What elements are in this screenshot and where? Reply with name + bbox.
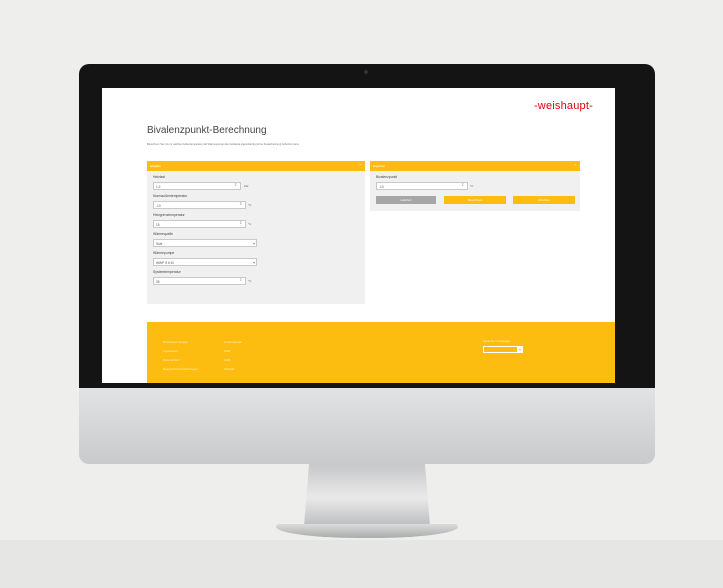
monitor-stand-base bbox=[276, 524, 458, 538]
calculate-button[interactable]: Berechnen bbox=[444, 196, 506, 204]
monitor-stand bbox=[304, 464, 430, 526]
stepper-icon: ⇕ bbox=[461, 182, 465, 187]
page-title: Bivalenzpunkt-Berechnung bbox=[147, 125, 267, 136]
footer-link[interactable]: Weishaupt Gruppe bbox=[163, 340, 188, 344]
chevron-down-icon: ▾ bbox=[252, 241, 255, 246]
normaussentemperatur-unit: °C bbox=[248, 203, 252, 207]
footer-link[interactable]: Datenschutz bbox=[163, 358, 180, 362]
waermepumpe-value: WWP S 6 ID bbox=[156, 261, 174, 265]
field-label-systemtemperatur: Systemtemperatur bbox=[153, 270, 181, 274]
footer-link[interactable]: Unternehmen bbox=[224, 340, 242, 344]
footer-link[interactable]: AGB bbox=[224, 349, 230, 353]
page-intro: Berechnen Sie, bis zu welcher Außentempe… bbox=[147, 143, 300, 146]
monitor-chin bbox=[79, 388, 655, 464]
chevron-up-icon[interactable]: ⌃ bbox=[359, 161, 362, 171]
print-button[interactable]: Drucken bbox=[513, 196, 575, 204]
footer-link[interactable]: AGB bbox=[224, 358, 230, 362]
camera-icon bbox=[364, 70, 368, 74]
input-panel-header[interactable]: Eingabe ⌃ bbox=[147, 161, 365, 171]
heizgrenztemperatur-unit: °C bbox=[248, 222, 252, 226]
screen: -weishaupt- Bivalenzpunkt-Berechnung Ber… bbox=[102, 88, 615, 383]
field-label-waermepumpe: Wärmepumpe bbox=[153, 251, 175, 255]
footer-link[interactable]: Impressum bbox=[163, 349, 178, 353]
systemtemperatur-input[interactable]: 35 bbox=[153, 277, 246, 285]
systemtemperatur-unit: °C bbox=[248, 279, 252, 283]
footer-link[interactable]: Kontakt bbox=[224, 367, 234, 371]
backdrop-floor bbox=[0, 540, 723, 588]
bivalenzpunkt-output: -10 bbox=[376, 182, 468, 190]
field-label-heizlast: Heizlast bbox=[153, 175, 166, 179]
heizlast-unit: kW bbox=[244, 184, 249, 188]
field-label-heizgrenztemperatur: Heizgrenztemperatur bbox=[153, 213, 185, 217]
waermepumpe-select[interactable]: WWP S 6 ID ▾ bbox=[153, 258, 257, 266]
footer: Weishaupt Gruppe Unternehmen Impressum A… bbox=[147, 322, 615, 383]
language-select[interactable]: ▾ bbox=[483, 346, 523, 353]
result-label: Bivalenzpunkt bbox=[376, 175, 398, 179]
language-label: Sprache / Language bbox=[483, 339, 511, 343]
chevron-up-icon[interactable]: ⌃ bbox=[574, 161, 577, 171]
output-panel: Ergebnis ⌃ Bivalenzpunkt -10 ⇕ °C Lösche… bbox=[370, 161, 580, 211]
field-label-waermequelle: Wärmequelle bbox=[153, 232, 173, 236]
stepper-icon[interactable]: ⇕ bbox=[239, 201, 242, 206]
stepper-icon[interactable]: ⇕ bbox=[239, 277, 242, 282]
heizgrenztemperatur-input[interactable]: 15 bbox=[153, 220, 246, 228]
heizlast-input[interactable]: 1,2 bbox=[153, 182, 241, 190]
input-panel: Eingabe ⌃ Heizlast 1,2 ⇕ kW Normaußentem… bbox=[147, 161, 365, 304]
stepper-icon[interactable]: ⇕ bbox=[234, 182, 237, 187]
field-label-normaussentemperatur: Normaußentemperatur bbox=[153, 194, 188, 198]
stepper-icon[interactable]: ⇕ bbox=[239, 220, 242, 225]
waermequelle-select[interactable]: Sole ▾ bbox=[153, 239, 257, 247]
chevron-down-icon: ▾ bbox=[252, 260, 255, 265]
output-panel-header[interactable]: Ergebnis ⌃ bbox=[370, 161, 580, 171]
weishaupt-logo[interactable]: -weishaupt- bbox=[534, 100, 593, 112]
footer-link[interactable]: Datenschutzeinstellungen bbox=[163, 367, 197, 371]
clear-button[interactable]: Löschen bbox=[376, 196, 436, 204]
output-panel-title: Ergebnis bbox=[373, 164, 385, 168]
input-panel-title: Eingabe bbox=[150, 164, 162, 168]
waermequelle-value: Sole bbox=[156, 242, 163, 246]
result-unit: °C bbox=[470, 184, 474, 188]
chevron-down-icon: ▾ bbox=[517, 346, 523, 353]
normaussentemperatur-input[interactable]: -10 bbox=[153, 201, 246, 209]
